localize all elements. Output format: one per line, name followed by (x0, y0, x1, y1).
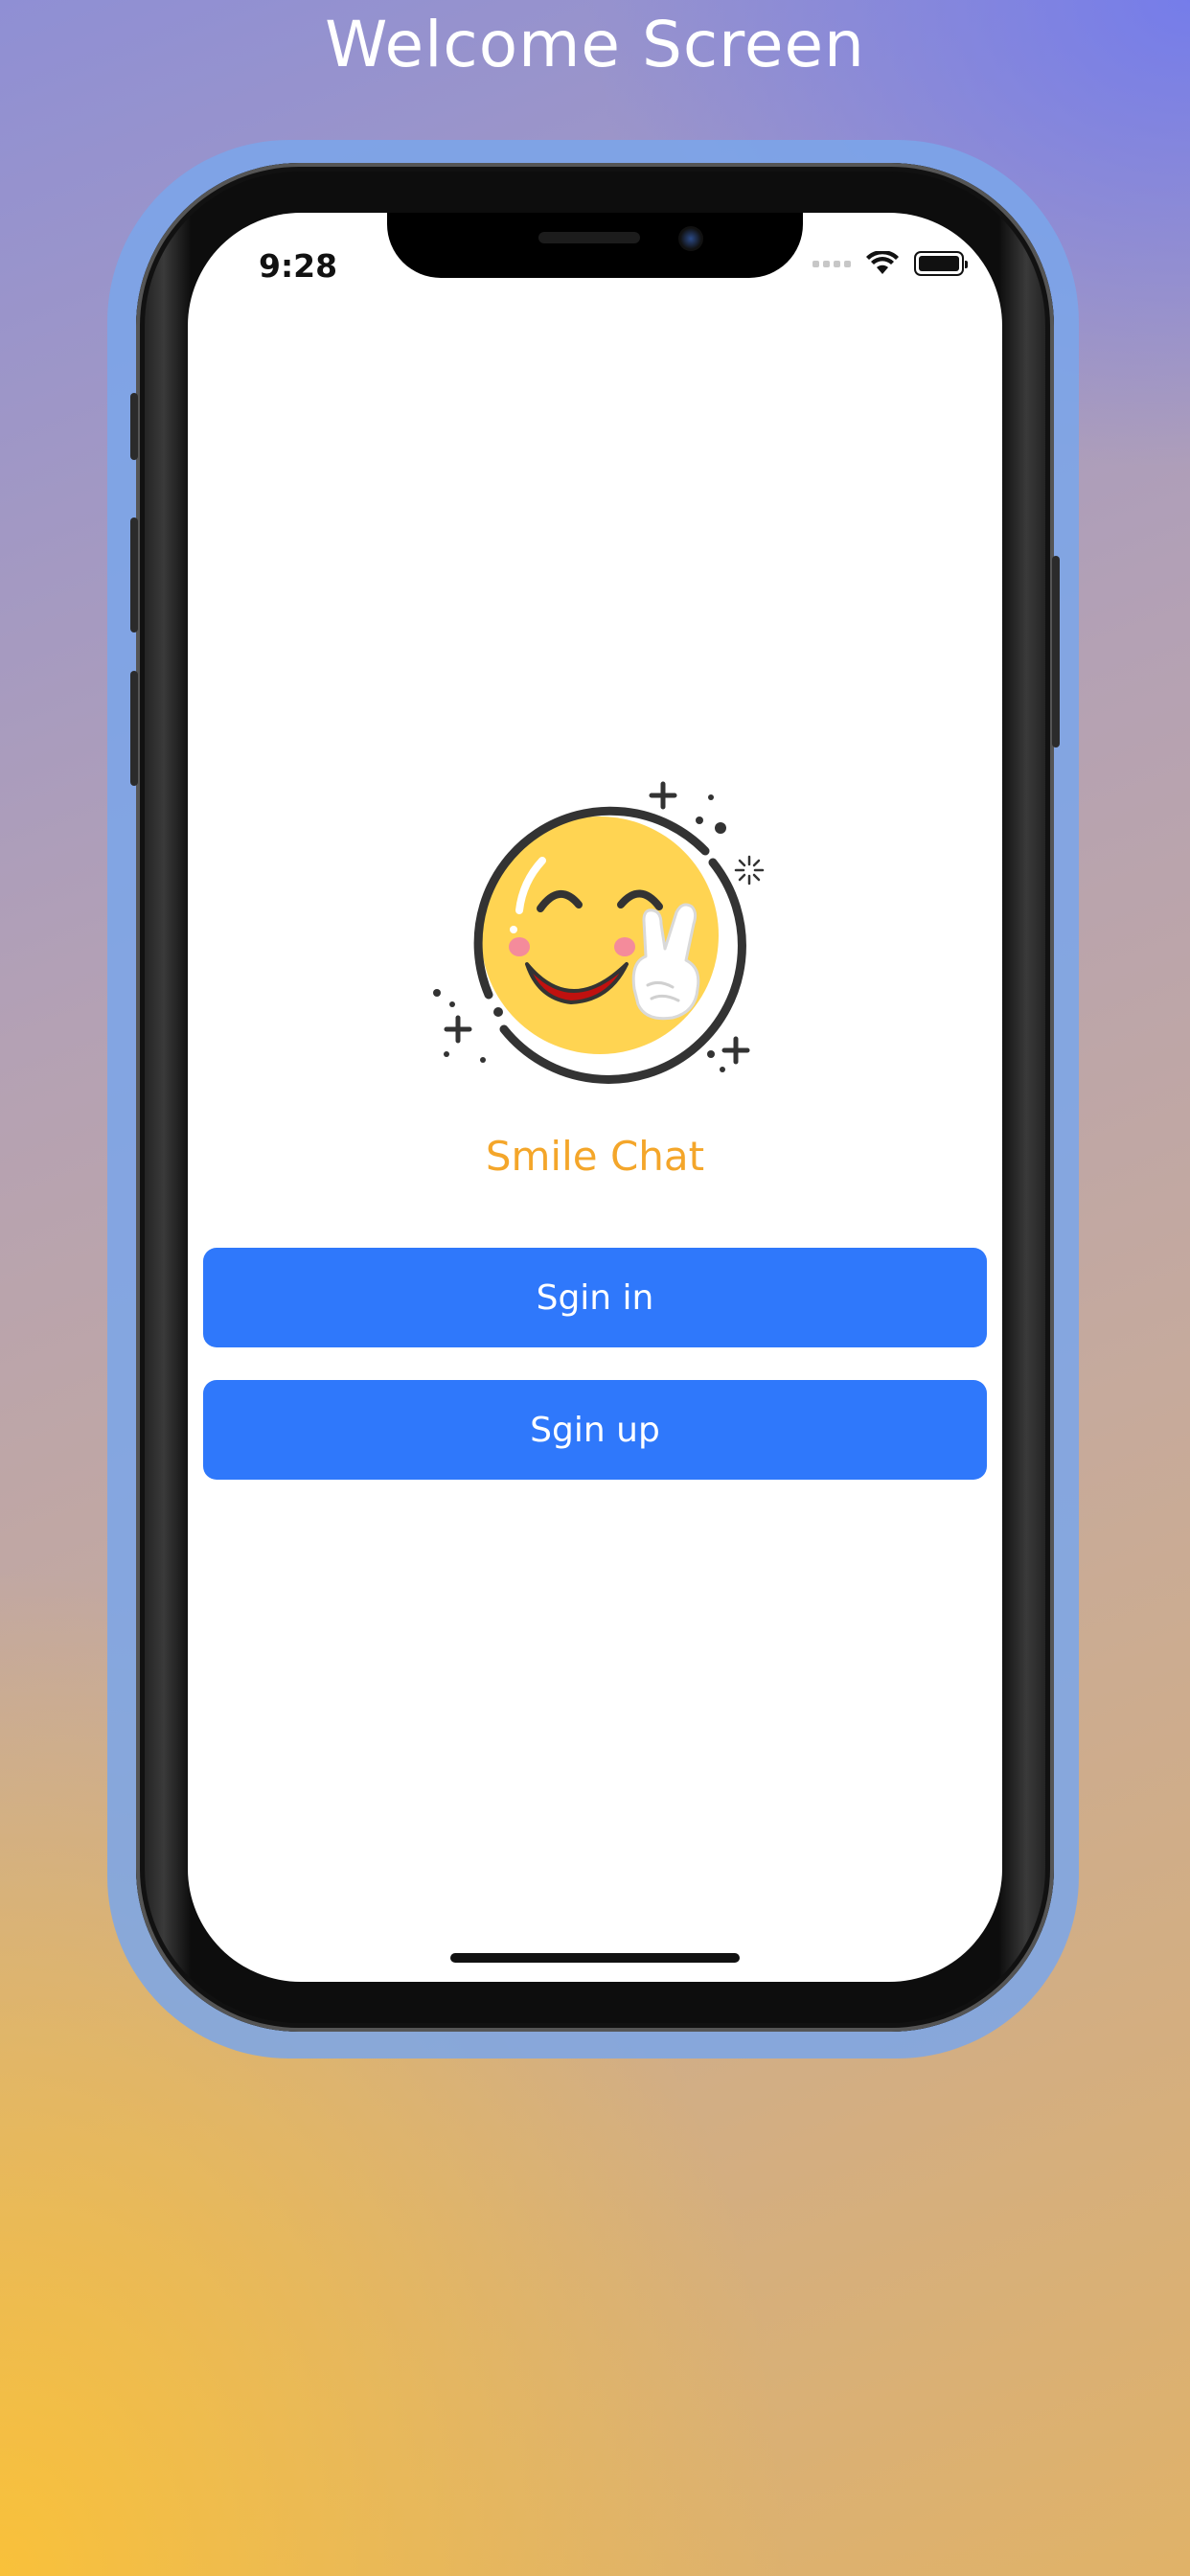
app-name: Smile Chat (485, 1133, 705, 1180)
sign-in-button[interactable]: Sgin in (203, 1248, 987, 1347)
wifi-icon (866, 251, 899, 274)
mute-switch (130, 393, 138, 460)
status-icons (812, 251, 968, 276)
volume-up-button (130, 518, 138, 632)
sign-up-button[interactable]: Sgin up (203, 1380, 987, 1480)
page-title: Welcome Screen (325, 8, 865, 81)
status-time: 9:28 (259, 247, 338, 285)
notch (387, 213, 803, 278)
power-button (1052, 556, 1060, 748)
cellular-signal-icon (812, 260, 851, 267)
battery-icon (914, 251, 968, 276)
battery-level (919, 256, 959, 271)
smiley-peace-sign-icon (433, 781, 765, 1084)
volume-down-button (130, 671, 138, 786)
home-indicator[interactable] (450, 1953, 740, 1963)
speaker-grille (538, 232, 640, 243)
phone-screen: 9:28 Smile Chat Sgin in Sgin up (188, 213, 1002, 1982)
front-camera (678, 226, 703, 251)
